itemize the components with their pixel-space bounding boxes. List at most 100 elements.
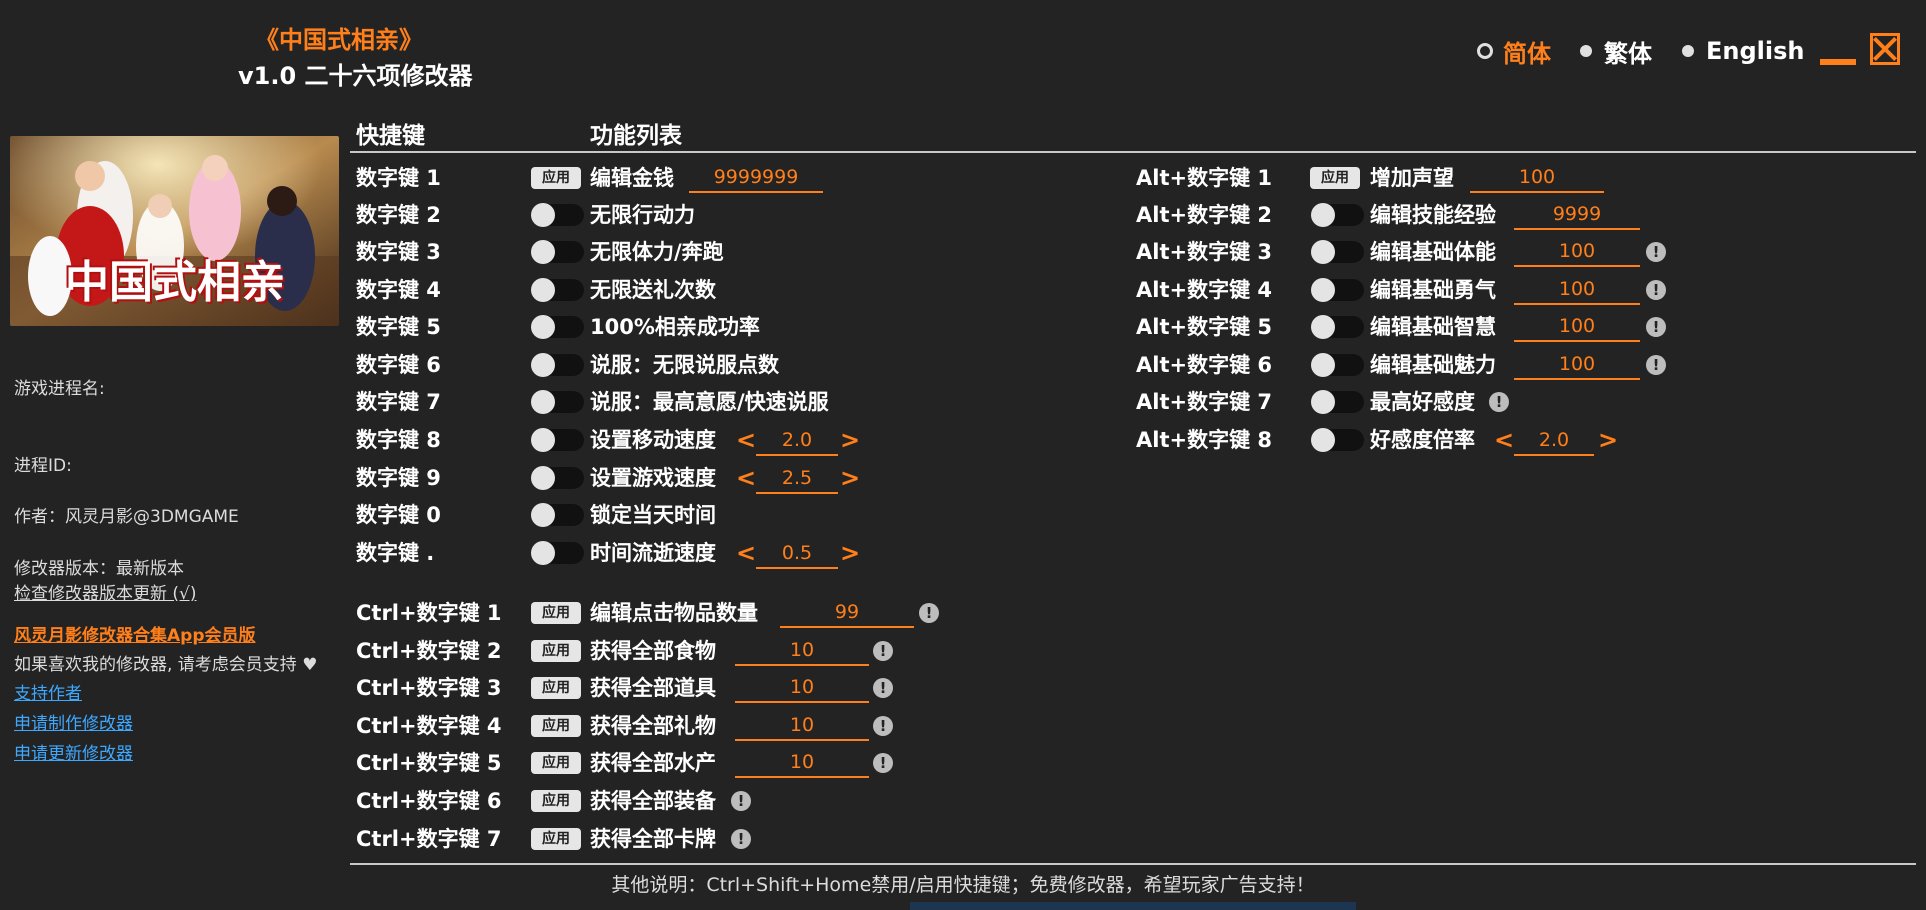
info-icon[interactable]: ! [731, 791, 751, 811]
toggle-switch[interactable] [531, 428, 584, 452]
toggle-switch[interactable] [1311, 315, 1364, 339]
value-input[interactable]: 100 [1514, 237, 1640, 267]
toggle-switch[interactable] [531, 315, 584, 339]
app-member-link[interactable]: 风灵月影修改器合集App会员版 [14, 621, 256, 646]
hotkey-column-header: 快捷键 [356, 123, 425, 149]
increase-arrow[interactable]: > [840, 539, 860, 567]
apply-button[interactable]: 应用 [531, 677, 581, 699]
toggle-switch[interactable] [1311, 240, 1364, 264]
value-input[interactable]: 10 [735, 636, 869, 666]
value-input[interactable]: 100 [1514, 350, 1640, 380]
toggle-switch[interactable] [531, 203, 584, 227]
hotkey-label: Alt+数字键 3 [1136, 240, 1273, 264]
author-label: 作者：风灵月影@3DMGAME [14, 507, 239, 527]
value-input[interactable]: 0.5 [756, 539, 838, 569]
lang-option-traditional[interactable]: 繁体 [1580, 36, 1652, 68]
feature-label: 获得全部礼物 [590, 714, 716, 738]
info-icon[interactable]: ! [873, 678, 893, 698]
feature-label: 获得全部道具 [590, 676, 716, 700]
toggle-switch[interactable] [1311, 428, 1364, 452]
support-author-link[interactable]: 支持作者 [14, 679, 82, 704]
hotkey-label: 数字键 0 [356, 503, 441, 527]
value-input[interactable]: 100 [1470, 163, 1604, 193]
minimize-button[interactable] [1820, 33, 1856, 65]
hotkey-label: Alt+数字键 4 [1136, 278, 1273, 302]
value-input[interactable]: 99 [780, 598, 914, 628]
toggle-switch[interactable] [1311, 278, 1364, 302]
check-update-link[interactable]: 检查修改器版本更新 (√) [14, 579, 197, 604]
info-icon[interactable]: ! [1646, 355, 1666, 375]
value-input[interactable]: 2.5 [756, 464, 838, 494]
toggle-switch[interactable] [1311, 390, 1364, 414]
cover-title: 中国式相亲 [65, 257, 285, 308]
hotkey-label: Alt+数字键 5 [1136, 315, 1273, 339]
value-input[interactable]: 100 [1514, 275, 1640, 305]
info-icon[interactable]: ! [873, 716, 893, 736]
value-input[interactable]: 2.0 [1514, 426, 1594, 456]
value-input[interactable]: 10 [735, 711, 869, 741]
apply-button[interactable]: 应用 [531, 752, 581, 774]
value-input[interactable]: 9999 [1514, 200, 1640, 230]
features-column-header: 功能列表 [590, 123, 682, 149]
value-input[interactable]: 10 [735, 748, 869, 778]
decrease-arrow[interactable]: < [1494, 426, 1514, 454]
close-button[interactable] [1870, 33, 1900, 65]
decrease-arrow[interactable]: < [736, 539, 756, 567]
lang-label: English [1706, 37, 1805, 65]
trainer-subtitle: v1.0 二十六项修改器 [238, 62, 473, 90]
feature-label: 编辑点击物品数量 [590, 601, 758, 625]
hotkey-label: Alt+数字键 2 [1136, 203, 1273, 227]
info-icon[interactable]: ! [1646, 280, 1666, 300]
value-input[interactable]: 2.0 [756, 426, 838, 456]
toggle-switch[interactable] [531, 278, 584, 302]
decrease-arrow[interactable]: < [736, 426, 756, 454]
info-icon[interactable]: ! [1646, 242, 1666, 262]
info-icon[interactable]: ! [873, 753, 893, 773]
toggle-switch[interactable] [531, 390, 584, 414]
apply-button[interactable]: 应用 [531, 828, 581, 850]
feature-label: 编辑技能经验 [1370, 203, 1496, 227]
increase-arrow[interactable]: > [1598, 426, 1618, 454]
request-update-link[interactable]: 申请更新修改器 [14, 739, 133, 764]
lang-option-simplified[interactable]: 简体 [1477, 36, 1551, 68]
apply-button[interactable]: 应用 [531, 167, 581, 189]
toggle-switch[interactable] [1311, 203, 1364, 227]
apply-button[interactable]: 应用 [531, 790, 581, 812]
toggle-switch[interactable] [531, 240, 584, 264]
apply-button[interactable]: 应用 [531, 640, 581, 662]
hotkey-label: Alt+数字键 7 [1136, 390, 1273, 414]
increase-arrow[interactable]: > [840, 464, 860, 492]
increase-arrow[interactable]: > [840, 426, 860, 454]
lang-option-english[interactable]: English [1682, 36, 1804, 66]
hotkey-label: Ctrl+数字键 3 [356, 676, 502, 700]
value-input[interactable]: 10 [735, 673, 869, 703]
game-title: 《中国式相亲》 [255, 26, 423, 54]
feature-label: 获得全部食物 [590, 639, 716, 663]
info-icon[interactable]: ! [919, 603, 939, 623]
info-icon[interactable]: ! [731, 829, 751, 849]
toggle-switch[interactable] [531, 353, 584, 377]
request-make-link[interactable]: 申请制作修改器 [14, 709, 133, 734]
footer-divider [350, 863, 1916, 865]
toggle-switch[interactable] [531, 503, 584, 527]
apply-button[interactable]: 应用 [531, 715, 581, 737]
info-icon[interactable]: ! [1489, 392, 1509, 412]
feature-label: 设置游戏速度 [590, 466, 716, 490]
lang-label: 简体 [1503, 39, 1551, 68]
toggle-switch[interactable] [531, 541, 584, 565]
value-input[interactable]: 100 [1514, 312, 1640, 342]
feature-label: 时间流逝速度 [590, 541, 716, 565]
process-id-label: 进程ID: [14, 456, 72, 476]
info-icon[interactable]: ! [1646, 317, 1666, 337]
toggle-switch[interactable] [1311, 353, 1364, 377]
info-icon[interactable]: ! [873, 641, 893, 661]
feature-label: 获得全部水产 [590, 751, 716, 775]
apply-button[interactable]: 应用 [531, 602, 581, 624]
hotkey-label: Alt+数字键 6 [1136, 353, 1273, 377]
decrease-arrow[interactable]: < [736, 464, 756, 492]
feature-label: 设置移动速度 [590, 428, 716, 452]
feature-label: 获得全部卡牌 [590, 827, 716, 851]
apply-button[interactable]: 应用 [1310, 167, 1360, 189]
toggle-switch[interactable] [531, 466, 584, 490]
value-input[interactable]: 9999999 [689, 163, 823, 193]
